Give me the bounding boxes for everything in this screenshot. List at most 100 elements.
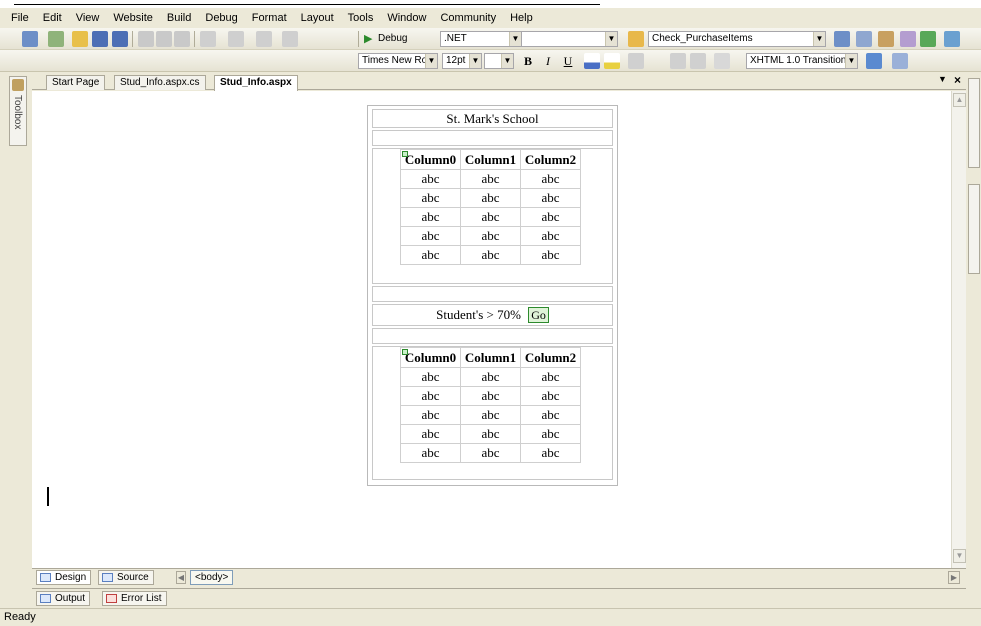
properties-icon[interactable] [878, 31, 894, 47]
menu-file[interactable]: File [4, 12, 36, 24]
menu-tools[interactable]: Tools [341, 12, 381, 24]
tab-list-dropdown-icon[interactable]: ▼ [938, 74, 947, 84]
toolbox-icon[interactable] [900, 31, 916, 47]
source-view-button[interactable]: Source [98, 570, 154, 585]
find-in-files-icon[interactable] [834, 31, 850, 47]
grid-cell: abc [460, 405, 521, 425]
numbered-list-icon[interactable] [670, 53, 686, 69]
hyperlink-icon[interactable] [714, 53, 730, 69]
design-surface[interactable]: St. Mark's School Column0 Column1 Column… [32, 91, 951, 568]
menu-website[interactable]: Website [106, 12, 160, 24]
menu-edit[interactable]: Edit [36, 12, 69, 24]
tab-stud-info-aspx[interactable]: Stud_Info.aspx [214, 75, 298, 91]
open-icon[interactable] [72, 31, 88, 47]
tag-nav-right-icon[interactable]: ▶ [948, 571, 960, 584]
class-view-icon[interactable] [944, 31, 960, 47]
block-format-combo[interactable]: ▼ [484, 53, 514, 69]
source-icon [102, 573, 113, 582]
new-project-icon[interactable] [22, 31, 38, 47]
undo-icon[interactable] [200, 31, 216, 47]
paste-icon[interactable] [174, 31, 190, 47]
toolbox-tab[interactable]: Toolbox [9, 76, 27, 146]
close-icon[interactable]: × [954, 73, 961, 87]
save-all-icon[interactable] [112, 31, 128, 47]
doc-outline-icon[interactable] [892, 53, 908, 69]
empty-row[interactable] [372, 328, 613, 344]
output-tab[interactable]: Output [36, 591, 91, 606]
vertical-scrollbar[interactable]: ▲ ▼ [951, 91, 966, 568]
grid-cell: abc [460, 424, 521, 444]
menu-community[interactable]: Community [433, 12, 503, 24]
bold-button[interactable]: B [520, 53, 536, 69]
error-list-tab[interactable]: Error List [102, 591, 167, 606]
nav-back-icon[interactable] [256, 31, 272, 47]
left-dock [0, 72, 32, 582]
menu-layout[interactable]: Layout [294, 12, 341, 24]
grid-cell: abc [460, 188, 521, 208]
tag-nav-left-icon[interactable]: ◀ [176, 571, 186, 584]
check-accessibility-icon[interactable] [866, 53, 882, 69]
properties-tab[interactable] [968, 184, 980, 274]
grid1-cell[interactable]: Column0 Column1 Column2 abc abc abc abc abc… [372, 148, 613, 284]
redo-icon[interactable] [228, 31, 244, 47]
grid-cell: abc [520, 405, 581, 425]
grid2-header: Column2 [520, 347, 581, 368]
doctype-combo[interactable]: XHTML 1.0 Transitional ( ▼ [746, 53, 858, 69]
font-size-combo[interactable]: 12pt ▼ [442, 53, 482, 69]
platform-value: .NET [444, 33, 467, 44]
smart-tag-icon[interactable] [402, 151, 408, 157]
table-row: abc abc abc [400, 207, 581, 227]
grid-cell: abc [460, 226, 521, 246]
find-combo[interactable]: Check_PurchaseItems ▼ [648, 31, 826, 47]
platform-combo[interactable]: .NET ▼ [440, 31, 522, 47]
grid2[interactable]: Column0 Column1 Column2 abc abc abc abc abc… [400, 347, 581, 463]
grid-cell: abc [520, 226, 581, 246]
scroll-down-icon[interactable]: ▼ [953, 549, 966, 563]
underline-button[interactable]: U [560, 53, 576, 69]
grid2-cell[interactable]: Column0 Column1 Column2 abc abc abc abc abc… [372, 346, 613, 480]
add-item-icon[interactable] [48, 31, 64, 47]
right-dock [966, 72, 981, 582]
copy-icon[interactable] [156, 31, 172, 47]
align-icon[interactable] [628, 53, 644, 69]
fore-color-icon[interactable] [584, 53, 600, 69]
find-icon[interactable] [628, 31, 644, 47]
page-title: St. Mark's School [372, 109, 613, 128]
menu-format[interactable]: Format [245, 12, 294, 24]
layout-table[interactable]: St. Mark's School Column0 Column1 Column… [367, 105, 618, 486]
font-name-combo[interactable]: Times New Roman ▼ [358, 53, 438, 69]
chevron-down-icon: ▼ [845, 54, 857, 68]
menu-view[interactable]: View [69, 12, 107, 24]
start-debug-icon[interactable]: ▶ [364, 31, 372, 47]
start-page-icon[interactable] [920, 31, 936, 47]
scroll-up-icon[interactable]: ▲ [953, 93, 966, 107]
save-icon[interactable] [92, 31, 108, 47]
empty-row[interactable] [372, 286, 613, 302]
bullet-list-icon[interactable] [690, 53, 706, 69]
grid-cell: abc [400, 169, 461, 189]
empty-row[interactable] [372, 130, 613, 146]
grid-cell: abc [520, 188, 581, 208]
tab-stud-info-cs[interactable]: Stud_Info.aspx.cs [114, 75, 206, 90]
italic-button[interactable]: I [540, 53, 556, 69]
top-strip [0, 0, 981, 8]
menu-window[interactable]: Window [380, 12, 433, 24]
cut-icon[interactable] [138, 31, 154, 47]
menu-debug[interactable]: Debug [198, 12, 244, 24]
tab-start-page[interactable]: Start Page [46, 75, 106, 90]
go-button[interactable]: Go [528, 307, 549, 323]
filter-row: Student's > 70% Go [372, 304, 613, 326]
menu-help[interactable]: Help [503, 12, 540, 24]
menu-bar: File Edit View Website Build Debug Forma… [0, 8, 981, 28]
smart-tag-icon[interactable] [402, 349, 408, 355]
nav-forward-icon[interactable] [282, 31, 298, 47]
back-color-icon[interactable] [604, 53, 620, 69]
design-view-button[interactable]: Design [36, 570, 92, 585]
filter-label[interactable]: Student's > 70% [436, 307, 521, 322]
platform-combo-ext[interactable]: ▼ [522, 31, 618, 47]
body-tag-selector[interactable]: <body> [190, 570, 234, 585]
solution-explorer-icon[interactable] [856, 31, 872, 47]
menu-build[interactable]: Build [160, 12, 198, 24]
solution-explorer-tab[interactable] [968, 78, 980, 168]
grid1[interactable]: Column0 Column1 Column2 abc abc abc abc abc… [400, 149, 581, 265]
